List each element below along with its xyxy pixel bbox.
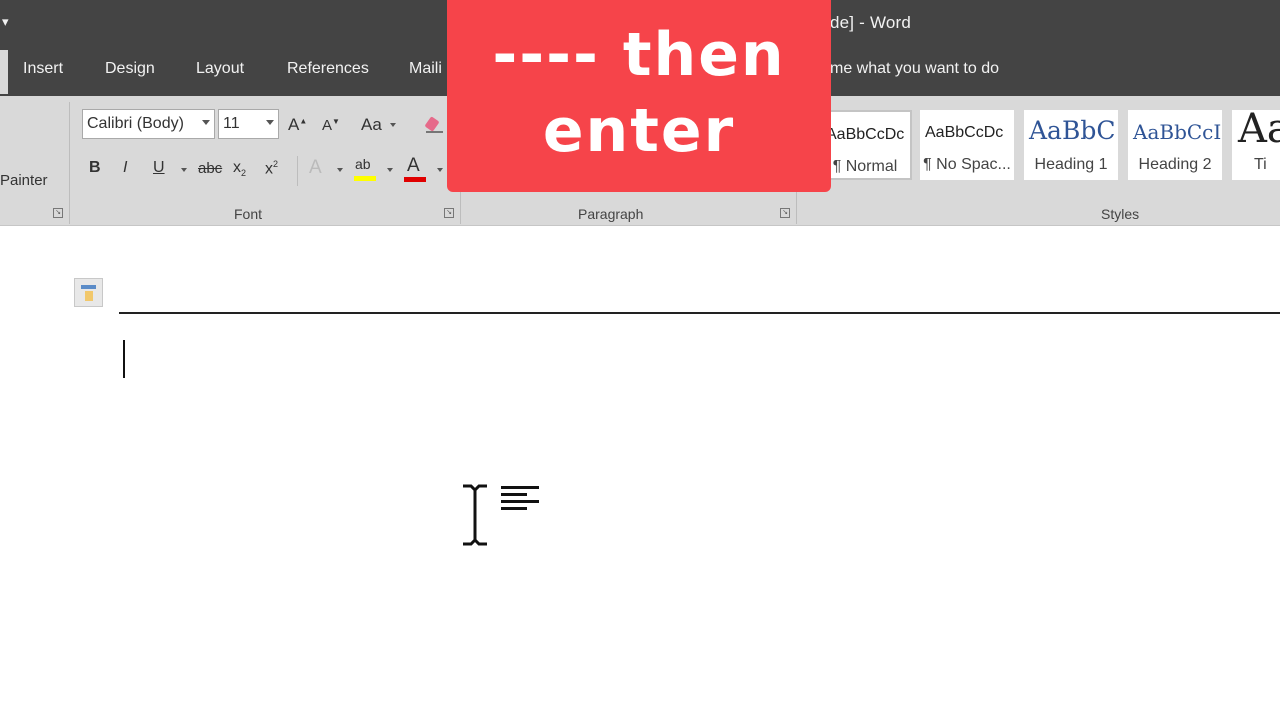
style-no-spacing[interactable]: AaBbCcDc ¶ No Spac... (920, 110, 1014, 180)
style-title[interactable]: Aa Ti (1232, 110, 1280, 180)
grow-font-icon: A (288, 115, 300, 134)
italic-button[interactable]: I (123, 159, 127, 177)
autocorrect-options-icon[interactable] (74, 278, 103, 307)
change-case-icon: Aa (361, 115, 382, 134)
click-and-type-left-align-icon (501, 486, 539, 510)
text-effects-icon: A (309, 157, 322, 178)
eraser-icon (425, 117, 443, 133)
strikethrough-button[interactable]: abc (198, 160, 222, 177)
font-dialog-launcher-icon[interactable]: ↘ (444, 208, 454, 218)
paragraph-dialog-launcher-icon[interactable]: ↘ (780, 208, 790, 218)
highlighter-icon: ab (355, 156, 371, 172)
text-effects-button[interactable]: A (309, 157, 322, 179)
font-size-combo[interactable]: 11 (218, 109, 279, 139)
quick-access-more-icon[interactable]: ▾ (2, 14, 9, 30)
strikethrough-icon: abc (198, 160, 223, 177)
style-heading-2[interactable]: AaBbCcI Heading 2 (1128, 110, 1222, 180)
style-name: ¶ No Spac... (923, 156, 1011, 173)
chevron-down-icon[interactable] (437, 168, 443, 172)
group-separator (69, 102, 70, 224)
style-sample: AaBbCcDc (925, 124, 1004, 141)
font-color-swatch (404, 177, 426, 182)
underline-button[interactable]: U (153, 159, 165, 177)
grow-font-button[interactable]: A▲ (288, 115, 307, 135)
style-sample: AaBbCcDc (826, 126, 905, 143)
style-sample: AaBbC (1029, 116, 1116, 145)
style-sample: Aa (1238, 110, 1280, 152)
underline-icon: U (153, 159, 165, 176)
style-name: Ti (1254, 156, 1267, 173)
chevron-down-icon[interactable] (387, 168, 393, 172)
change-case-button[interactable]: Aa (361, 115, 382, 135)
clear-formatting-button[interactable] (423, 113, 445, 140)
italic-icon: I (123, 159, 128, 176)
chevron-down-icon[interactable] (181, 168, 187, 172)
tab-mailings[interactable]: Maili (409, 60, 442, 78)
style-heading-1[interactable]: AaBbC Heading 1 (1024, 110, 1118, 180)
superscript-button[interactable]: x2 (265, 159, 278, 178)
tab-insert[interactable]: Insert (23, 60, 63, 78)
paragraph-group-label: Paragraph (578, 206, 644, 222)
caption-line-1: ---- then (492, 20, 786, 90)
tab-home-active-indicator (0, 50, 8, 94)
font-size-value: 11 (223, 115, 240, 132)
font-color-icon: A (407, 155, 420, 176)
text-caret (123, 340, 125, 378)
style-sample: AaBbCcI (1133, 120, 1222, 144)
highlight-button[interactable]: ab (354, 156, 376, 181)
chevron-down-icon[interactable] (390, 123, 396, 127)
style-name: Heading 1 (1034, 156, 1108, 173)
chevron-down-icon[interactable] (337, 168, 343, 172)
style-normal[interactable]: AaBbCcDc ¶ Normal (818, 110, 912, 180)
font-color-button[interactable]: A (404, 155, 426, 182)
caption-line-2: enter (542, 96, 736, 166)
chevron-down-icon (202, 120, 210, 125)
subscript-button[interactable]: x2 (233, 159, 246, 178)
shrink-font-button[interactable]: A▼ (322, 117, 340, 134)
styles-group-label: Styles (1101, 206, 1140, 222)
font-group-label: Font (234, 206, 263, 222)
style-name: ¶ Normal (832, 158, 898, 175)
font-name-value: Calibri (Body) (87, 115, 184, 132)
document-page[interactable] (0, 227, 1280, 720)
horizontal-rule (119, 312, 1280, 314)
clipboard-dialog-launcher-icon[interactable]: ↘ (53, 208, 63, 218)
bold-icon: B (89, 159, 101, 176)
superscript-icon: x (265, 160, 273, 178)
window-title: de] - Word (830, 13, 912, 32)
ibeam-cursor-icon (463, 484, 487, 546)
shrink-font-icon: A (322, 117, 333, 134)
style-name: Heading 2 (1138, 156, 1212, 173)
tab-references[interactable]: References (287, 60, 369, 78)
tutorial-caption: ---- then enter (447, 0, 831, 192)
bold-button[interactable]: B (89, 159, 101, 177)
tell-me-search[interactable]: me what you want to do (830, 60, 999, 78)
tab-design[interactable]: Design (105, 60, 155, 78)
format-painter-button[interactable]: Painter (0, 172, 48, 189)
group-separator (297, 156, 298, 186)
subscript-icon: x (233, 159, 241, 176)
font-name-combo[interactable]: Calibri (Body) (82, 109, 215, 139)
highlight-color-swatch (354, 176, 376, 181)
tab-layout[interactable]: Layout (196, 60, 244, 78)
chevron-down-icon (266, 120, 274, 125)
